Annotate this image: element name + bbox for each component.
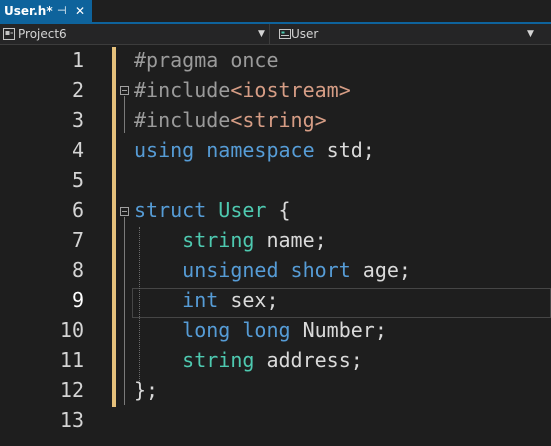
chevron-down-icon[interactable]: ▼ <box>258 24 265 44</box>
code-token: name; <box>254 228 327 252</box>
outline-guide <box>124 96 125 133</box>
code-token: age; <box>350 258 411 282</box>
collapse-struct-icon[interactable] <box>120 207 129 216</box>
code-line[interactable]: #include<string> <box>134 105 327 135</box>
tab-title: User.h* <box>4 4 53 18</box>
code-token: { <box>266 198 291 222</box>
line-number: 1 <box>71 48 84 72</box>
tab-user-h[interactable]: User.h* ⊣ ✕ <box>0 0 92 22</box>
code-line[interactable]: string address; <box>134 345 363 375</box>
outline-guide <box>124 217 125 405</box>
line-number: 4 <box>71 138 84 162</box>
code-line[interactable]: struct User { <box>134 195 291 225</box>
project-dropdown[interactable]: Project6 ▼ <box>0 24 270 44</box>
code-token: short <box>290 258 351 282</box>
code-line[interactable]: long long Number; <box>134 315 387 345</box>
code-token: address; <box>254 348 363 372</box>
code-token: string <box>182 348 255 372</box>
document-tab-strip: User.h* ⊣ ✕ <box>0 0 551 22</box>
code-editor[interactable]: 1 2 3 4 5 6 7 8 9 10 11 12 13 #pragma once #include<i… <box>0 45 551 446</box>
line-number: 13 <box>59 408 84 432</box>
code-token: <string> <box>230 108 327 132</box>
navigation-bar: Project6 ▼ User ▼ <box>0 24 551 45</box>
code-token: #include <box>134 108 231 132</box>
scope-name: User <box>291 27 319 41</box>
line-number: 6 <box>71 198 84 222</box>
code-token: <iostream> <box>230 78 351 102</box>
project-icon <box>3 28 15 40</box>
code-token: long <box>182 318 231 342</box>
line-number: 10 <box>59 318 84 342</box>
code-token: struct <box>134 198 207 222</box>
line-number: 7 <box>71 228 84 252</box>
change-marker <box>112 47 116 407</box>
class-icon <box>279 29 291 39</box>
code-token: Number; <box>290 318 387 342</box>
code-token: #pragma once <box>134 48 279 72</box>
code-token: User <box>218 198 267 222</box>
code-line[interactable]: int sex; <box>134 285 279 315</box>
code-token: }; <box>134 378 159 402</box>
line-number: 5 <box>71 168 84 192</box>
code-token: using <box>134 138 195 162</box>
line-number: 9 <box>71 288 84 312</box>
line-number: 12 <box>59 378 84 402</box>
line-number: 2 <box>71 78 84 102</box>
code-token: #include <box>134 78 231 102</box>
chevron-down-icon[interactable]: ▼ <box>527 24 534 44</box>
code-token: string <box>182 228 255 252</box>
code-token: long <box>242 318 291 342</box>
close-icon[interactable]: ✕ <box>75 0 85 22</box>
code-token: unsigned <box>182 258 279 282</box>
code-token: sex; <box>218 288 279 312</box>
code-line[interactable]: unsigned short age; <box>134 255 411 285</box>
scope-dropdown[interactable]: User ▼ <box>270 24 540 44</box>
pin-icon[interactable]: ⊣ <box>57 0 67 22</box>
collapse-include-icon[interactable] <box>120 86 129 95</box>
line-number: 11 <box>59 348 84 372</box>
code-line[interactable]: string name; <box>134 225 327 255</box>
line-number: 8 <box>71 258 84 282</box>
code-token: std; <box>314 138 375 162</box>
code-line[interactable]: }; <box>134 375 158 405</box>
code-line[interactable]: using namespace std; <box>134 135 375 165</box>
project-name: Project6 <box>18 27 67 41</box>
code-line[interactable]: #include<iostream> <box>134 75 351 105</box>
code-token: namespace <box>206 138 315 162</box>
code-line[interactable]: #pragma once <box>134 45 279 75</box>
code-token: int <box>182 288 219 312</box>
line-number: 3 <box>71 108 84 132</box>
